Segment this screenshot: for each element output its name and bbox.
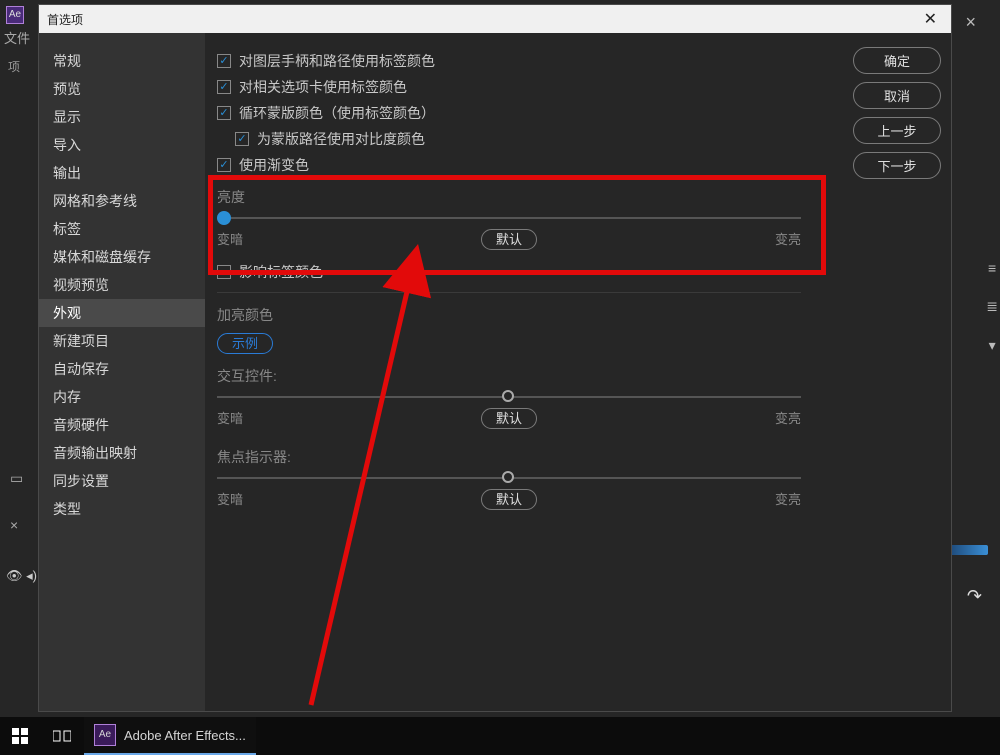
- focus-default-button[interactable]: 默认: [481, 489, 537, 510]
- action-buttons: 确定 取消 上一步 下一步: [853, 47, 941, 179]
- ok-button[interactable]: 确定: [853, 47, 941, 74]
- checkbox-affect-label-text: 影响标签颜色: [239, 262, 323, 282]
- sidebar-item-auto-save[interactable]: 自动保存: [39, 355, 205, 383]
- dialog-title: 首选项: [47, 11, 918, 28]
- left-rail-icons: ▭ ×: [10, 470, 23, 533]
- interactive-slider-handle[interactable]: [502, 390, 514, 402]
- checkbox-mask-contrast-label: 为蒙版路径使用对比度颜色: [257, 129, 425, 149]
- sidebar-item-video-preview[interactable]: 视频预览: [39, 271, 205, 299]
- app-icon: Ae: [6, 6, 24, 24]
- sidebar-item-new-project[interactable]: 新建项目: [39, 327, 205, 355]
- sidebar-item-grids[interactable]: 网格和参考线: [39, 187, 205, 215]
- sidebar-item-type[interactable]: 类型: [39, 495, 205, 523]
- close-icon[interactable]: ✕: [918, 9, 943, 29]
- panel-icon[interactable]: ▭: [10, 470, 23, 487]
- sidebar-item-sync-settings[interactable]: 同步设置: [39, 467, 205, 495]
- sidebar-item-general[interactable]: 常规: [39, 47, 205, 75]
- interactive-slider[interactable]: [217, 396, 801, 398]
- brightness-brighter-label: 变亮: [741, 229, 801, 248]
- checkbox-layer-handles[interactable]: [217, 54, 231, 68]
- preferences-sidebar: 常规 预览 显示 导入 输出 网格和参考线 标签 媒体和磁盘缓存 视频预览 外观…: [39, 33, 205, 711]
- composition-marker: [950, 545, 988, 555]
- focus-brighter-label: 变亮: [741, 489, 801, 508]
- sidebar-item-labels[interactable]: 标签: [39, 215, 205, 243]
- focus-darker-label: 变暗: [217, 489, 277, 508]
- panel-project-label: 项: [8, 58, 20, 75]
- focus-indicator-title: 焦点指示器:: [217, 447, 801, 467]
- brightness-darker-label: 变暗: [217, 229, 277, 248]
- menu-lines-icon[interactable]: ≡: [988, 260, 996, 276]
- dropdown-icon[interactable]: ▾: [989, 337, 996, 354]
- sidebar-item-preview[interactable]: 预览: [39, 75, 205, 103]
- close-x-icon[interactable]: ×: [10, 517, 23, 533]
- focus-slider[interactable]: [217, 477, 801, 479]
- taskbar-app-label: Adobe After Effects...: [124, 728, 246, 743]
- taskbar-app-ae[interactable]: Ae Adobe After Effects...: [84, 717, 256, 755]
- sidebar-item-output[interactable]: 输出: [39, 159, 205, 187]
- taskbar: Ae Adobe After Effects...: [0, 717, 1000, 755]
- menu-file[interactable]: 文件: [4, 28, 30, 47]
- brightness-slider[interactable]: [217, 217, 801, 219]
- sidebar-item-memory[interactable]: 内存: [39, 383, 205, 411]
- checkbox-mask-contrast[interactable]: [235, 132, 249, 146]
- dialog-titlebar[interactable]: 首选项 ✕: [39, 5, 951, 33]
- start-button[interactable]: [0, 717, 40, 755]
- checkbox-related-tabs-label: 对相关选项卡使用标签颜色: [239, 77, 407, 97]
- sidebar-item-import[interactable]: 导入: [39, 131, 205, 159]
- list-icon[interactable]: ≣: [986, 298, 998, 315]
- cancel-button[interactable]: 取消: [853, 82, 941, 109]
- brightness-slider-handle[interactable]: [217, 211, 231, 225]
- interactive-default-button[interactable]: 默认: [481, 408, 537, 429]
- sidebar-item-media-cache[interactable]: 媒体和磁盘缓存: [39, 243, 205, 271]
- interactive-brighter-label: 变亮: [741, 408, 801, 427]
- right-rail-icons: ≡ ≣ ▾: [986, 260, 998, 354]
- sample-button[interactable]: 示例: [217, 333, 273, 354]
- highlight-title: 加亮颜色: [217, 305, 935, 325]
- focus-slider-handle[interactable]: [502, 471, 514, 483]
- checkbox-cycle-mask[interactable]: [217, 106, 231, 120]
- sidebar-item-audio-hardware[interactable]: 音频硬件: [39, 411, 205, 439]
- interactive-darker-label: 变暗: [217, 408, 277, 427]
- windows-icon: [12, 728, 28, 744]
- right-arrow-icon[interactable]: ↷: [967, 586, 982, 607]
- divider: [217, 292, 801, 293]
- checkbox-related-tabs[interactable]: [217, 80, 231, 94]
- speaker-icon[interactable]: 👁 ◂): [6, 568, 37, 584]
- parent-close-icon[interactable]: ×: [965, 12, 976, 33]
- next-button[interactable]: 下一步: [853, 152, 941, 179]
- task-view-button[interactable]: [41, 717, 83, 755]
- checkbox-use-gradient-label: 使用渐变色: [239, 155, 309, 175]
- sidebar-item-audio-output[interactable]: 音频输出映射: [39, 439, 205, 467]
- checkbox-affect-label[interactable]: [217, 265, 231, 279]
- brightness-default-button[interactable]: 默认: [481, 229, 537, 250]
- preferences-dialog: 首选项 ✕ 常规 预览 显示 导入 输出 网格和参考线 标签 媒体和磁盘缓存 视…: [38, 4, 952, 712]
- checkbox-cycle-mask-label: 循环蒙版颜色（使用标签颜色）: [239, 103, 435, 123]
- task-view-icon: [53, 729, 71, 743]
- sidebar-item-display[interactable]: 显示: [39, 103, 205, 131]
- ae-app-icon: Ae: [94, 724, 116, 746]
- sidebar-item-appearance[interactable]: 外观: [39, 299, 205, 327]
- checkbox-layer-handles-label: 对图层手柄和路径使用标签颜色: [239, 51, 435, 71]
- preferences-main: 确定 取消 上一步 下一步 对图层手柄和路径使用标签颜色 对相关选项卡使用标签颜…: [205, 33, 951, 711]
- checkbox-use-gradient[interactable]: [217, 158, 231, 172]
- brightness-title: 亮度: [217, 187, 801, 207]
- prev-button[interactable]: 上一步: [853, 117, 941, 144]
- interactive-controls-title: 交互控件:: [217, 366, 801, 386]
